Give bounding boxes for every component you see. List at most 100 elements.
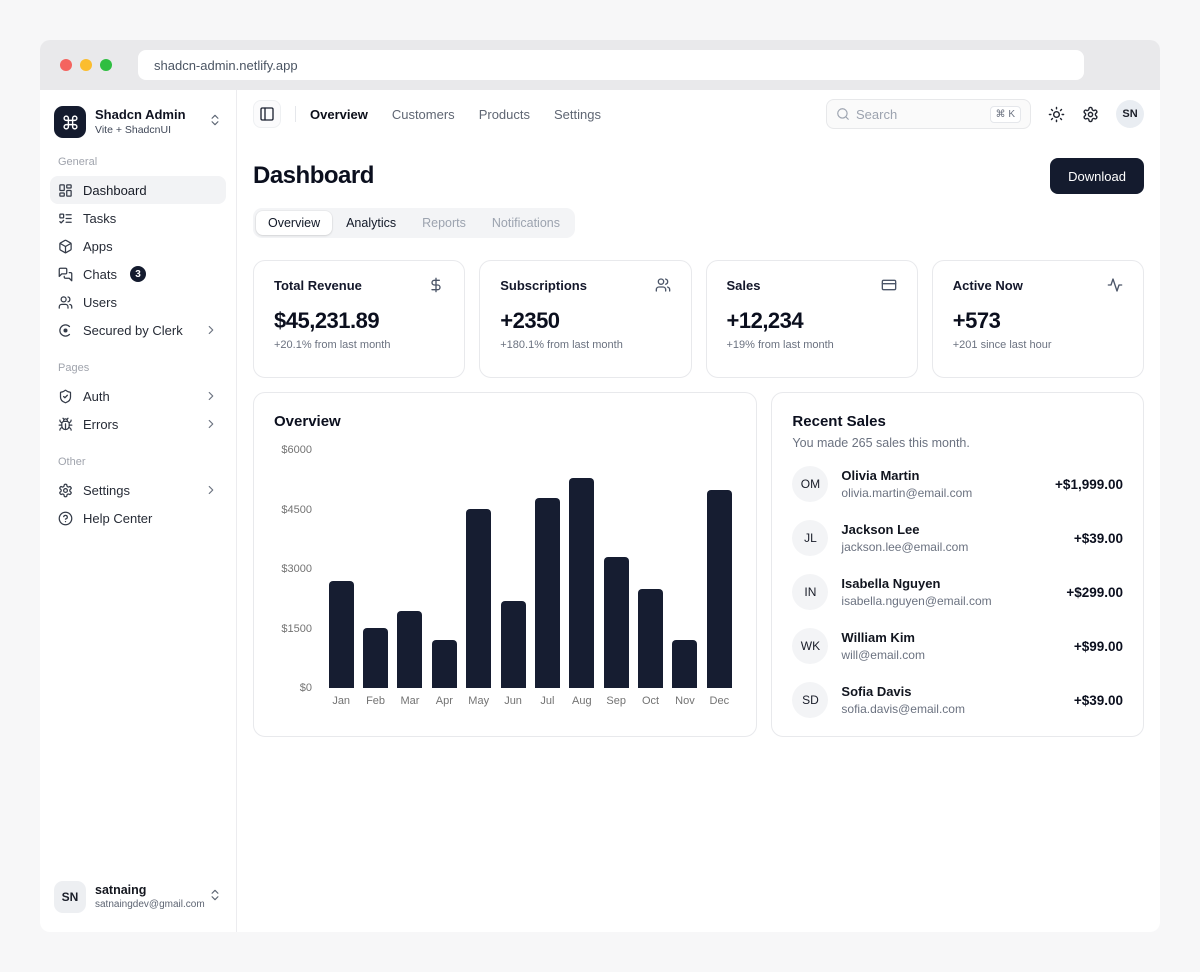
shield-check-icon	[58, 389, 73, 404]
sidebar-item-settings[interactable]: Settings	[50, 476, 226, 504]
recent-sales-subtitle: You made 265 sales this month.	[792, 436, 1123, 450]
search-input[interactable]	[856, 107, 984, 122]
avatar: SD	[792, 682, 828, 718]
sidebar-section-label: Pages	[50, 362, 226, 374]
subscribers-icon	[655, 277, 671, 293]
sale-amount: +$99.00	[1074, 639, 1123, 654]
tab-analytics[interactable]: Analytics	[334, 211, 408, 235]
search-box[interactable]: ⌘ K	[826, 99, 1031, 129]
minimize-window-button[interactable]	[80, 59, 92, 71]
y-axis-tick: $3000	[281, 563, 312, 575]
team-switcher[interactable]: Shadcn Admin Vite + ShadcnUI	[50, 102, 226, 142]
avatar: JL	[792, 520, 828, 556]
sidebar-user-menu[interactable]: SN satnaing satnaingdev@gmail.com	[50, 876, 226, 918]
chevrons-up-down-icon	[208, 113, 222, 132]
sun-icon	[1048, 106, 1065, 123]
x-axis-tick: Oct	[633, 695, 667, 707]
bar-chart: $6000$4500$3000$1500$0 JanFebMarAprMayJu…	[274, 450, 736, 707]
sidebar-item-label: Chats	[83, 267, 117, 282]
sidebar-section-label: General	[50, 156, 226, 168]
address-bar[interactable]: shadcn-admin.netlify.app	[138, 50, 1084, 80]
top-nav-settings[interactable]: Settings	[554, 107, 601, 122]
stat-note: +19% from last month	[727, 339, 897, 351]
close-window-button[interactable]	[60, 59, 72, 71]
sidebar-item-dashboard[interactable]: Dashboard	[50, 176, 226, 204]
chart-title: Overview	[274, 413, 736, 430]
chart-y-axis: $6000$4500$3000$1500$0	[274, 450, 312, 688]
sale-email: jackson.lee@email.com	[841, 539, 968, 555]
recent-sales-card: Recent Sales You made 265 sales this mon…	[771, 392, 1144, 737]
y-axis-tick: $4500	[281, 504, 312, 516]
sidebar-item-label: Tasks	[83, 211, 116, 226]
tab-notifications[interactable]: Notifications	[480, 211, 572, 235]
x-axis-tick: Nov	[668, 695, 702, 707]
top-nav-products[interactable]: Products	[479, 107, 530, 122]
notification-badge: 3	[130, 266, 146, 282]
chart-bar-sep	[604, 557, 629, 688]
sidebar-item-label: Dashboard	[83, 183, 147, 198]
sale-list-item: JLJackson Leejackson.lee@email.com+$39.0…	[792, 520, 1123, 556]
sidebar-item-auth[interactable]: Auth	[50, 382, 226, 410]
maximize-window-button[interactable]	[100, 59, 112, 71]
topbar-separator	[295, 106, 296, 122]
sidebar-item-secured-by-clerk[interactable]: Secured by Clerk	[50, 316, 226, 344]
top-nav-customers[interactable]: Customers	[392, 107, 455, 122]
download-button[interactable]: Download	[1050, 158, 1144, 194]
search-shortcut-kbd: ⌘ K	[990, 106, 1021, 123]
team-subtitle: Vite + ShadcnUI	[95, 124, 186, 137]
top-nav-overview[interactable]: Overview	[310, 107, 368, 122]
sidebar-item-label: Auth	[83, 389, 110, 404]
chart-bar-may	[466, 509, 491, 688]
stat-cards: Total Revenue $45,231.89 +20.1% from last …	[253, 260, 1144, 378]
user-avatar: SN	[54, 881, 86, 913]
x-axis-tick: Feb	[358, 695, 392, 707]
sale-email: will@email.com	[841, 647, 925, 663]
stat-note: +20.1% from last month	[274, 339, 444, 351]
credit-card-icon	[881, 277, 897, 293]
sale-amount: +$1,999.00	[1055, 477, 1123, 492]
recent-sales-title: Recent Sales	[792, 413, 1123, 430]
panel-left-icon	[259, 106, 275, 122]
apps-icon	[58, 239, 73, 254]
tab-reports[interactable]: Reports	[410, 211, 478, 235]
chevron-right-icon	[204, 483, 218, 497]
sidebar-item-label: Secured by Clerk	[83, 323, 183, 338]
browser-chrome: shadcn-admin.netlify.app	[40, 40, 1160, 90]
chart-bar-dec	[707, 490, 732, 688]
stat-note: +201 since last hour	[953, 339, 1123, 351]
activity-icon	[1107, 277, 1123, 293]
sale-list-item: SDSofia Davissofia.davis@email.com+$39.0…	[792, 682, 1123, 718]
y-axis-tick: $6000	[281, 444, 312, 456]
stat-title: Active Now	[953, 278, 1023, 293]
sale-name: Sofia Davis	[841, 683, 965, 701]
sale-list-item: INIsabella Nguyenisabella.nguyen@email.c…	[792, 574, 1123, 610]
sidebar-item-users[interactable]: Users	[50, 288, 226, 316]
theme-toggle-button[interactable]	[1048, 106, 1065, 123]
y-axis-tick: $0	[300, 682, 312, 694]
sidebar-item-tasks[interactable]: Tasks	[50, 204, 226, 232]
stat-value: $45,231.89	[274, 308, 444, 334]
tab-overview[interactable]: Overview	[256, 211, 332, 235]
topbar: Overview Customers Products Settings ⌘ K SN	[237, 90, 1160, 138]
stat-value: +2350	[500, 308, 670, 334]
command-icon	[54, 106, 86, 138]
users-icon	[58, 295, 73, 310]
stat-title: Total Revenue	[274, 278, 362, 293]
y-axis-tick: $1500	[281, 623, 312, 635]
sale-list-item: WKWilliam Kimwill@email.com+$99.00	[792, 628, 1123, 664]
chevrons-up-down-icon	[208, 113, 222, 127]
stat-card-total-revenue: Total Revenue $45,231.89 +20.1% from last …	[253, 260, 465, 378]
sale-list-item: OMOlivia Martinolivia.martin@email.com+$…	[792, 466, 1123, 502]
profile-avatar[interactable]: SN	[1116, 100, 1144, 128]
sidebar-item-help-center[interactable]: Help Center	[50, 504, 226, 532]
sidebar-item-errors[interactable]: Errors	[50, 410, 226, 438]
settings-button[interactable]	[1082, 106, 1099, 123]
sidebar-toggle-button[interactable]	[253, 100, 281, 128]
avatar: IN	[792, 574, 828, 610]
sidebar: Shadcn Admin Vite + ShadcnUI General Dash…	[40, 90, 237, 932]
sidebar-nav: General Dashboard Tasks Apps Chats 3 Users Secu…	[50, 142, 226, 532]
sidebar-item-chats[interactable]: Chats 3	[50, 260, 226, 288]
stat-title: Subscriptions	[500, 278, 587, 293]
stat-value: +573	[953, 308, 1123, 334]
sidebar-item-apps[interactable]: Apps	[50, 232, 226, 260]
